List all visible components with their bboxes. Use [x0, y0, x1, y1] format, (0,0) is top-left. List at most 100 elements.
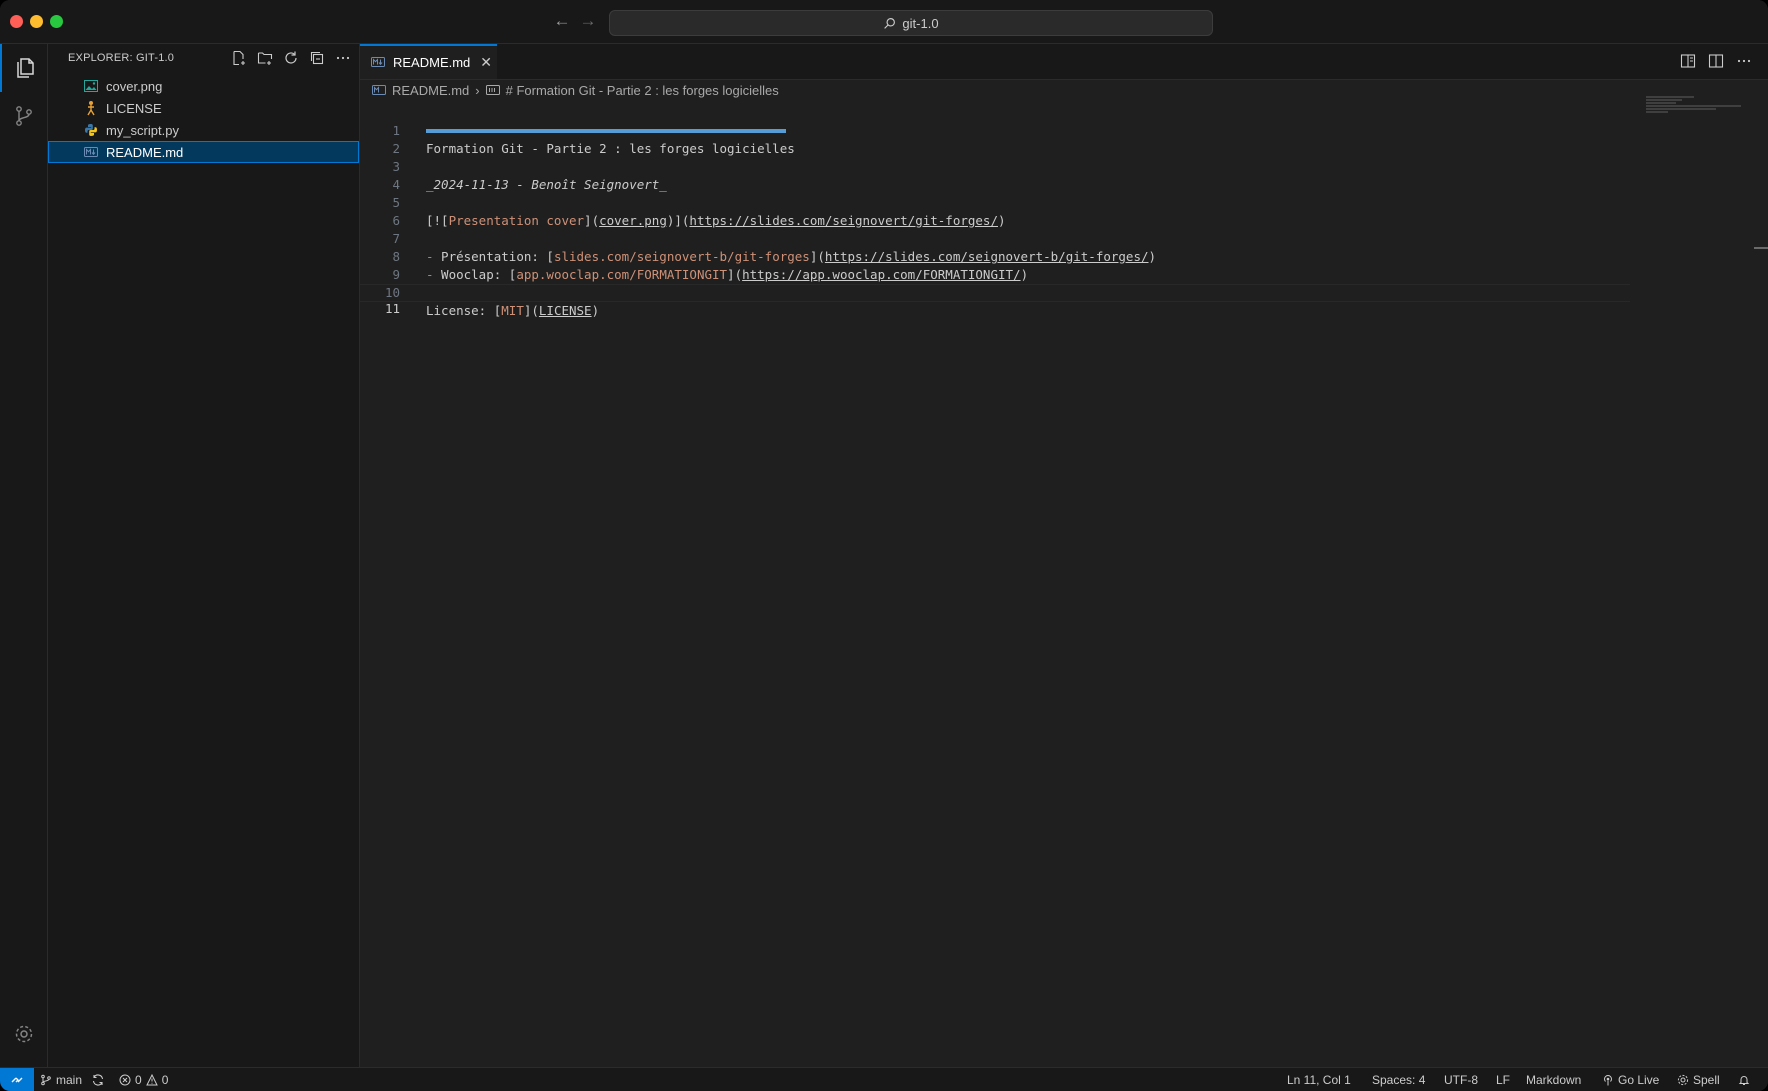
branch-status-button[interactable]: main [40, 1068, 82, 1091]
explorer-header: EXPLORER: GIT-1.0 [48, 44, 359, 72]
encoding-button[interactable]: UTF-8 [1444, 1068, 1478, 1091]
md-bracket: ) [591, 303, 600, 318]
command-center-search[interactable]: git-1.0 [609, 10, 1213, 36]
spell-gear-icon [1677, 1074, 1689, 1086]
sync-button[interactable] [91, 1068, 105, 1091]
link-text: MIT [501, 303, 524, 318]
new-folder-button[interactable] [255, 48, 275, 68]
warning-count: 0 [161, 1073, 169, 1087]
cursor-position-button[interactable]: Ln 11, Col 1 [1287, 1068, 1351, 1091]
code-editor[interactable]: 1 Formation Git - Partie 2 : les forges … [360, 104, 1630, 318]
bell-icon [1738, 1076, 1750, 1085]
refresh-icon [285, 51, 297, 64]
activity-bar [0, 44, 48, 1067]
explorer-activity-button[interactable] [0, 44, 47, 92]
explorer-sidebar: EXPLORER: GIT-1.0 cover.png LICENSE my_s… [48, 44, 360, 1067]
explorer-title: EXPLORER: GIT-1.0 [68, 52, 175, 64]
close-tab-icon[interactable]: ✕ [480, 54, 492, 71]
code-line: 7 - Présentation: [slides.com/seignovert… [360, 212, 1630, 264]
error-count: 0 [135, 1073, 142, 1087]
ellipsis-icon [1737, 59, 1751, 63]
minimize-window-button[interactable] [30, 15, 43, 28]
code-line-current: 11 [360, 284, 1630, 316]
editor-tab-bar: README.md ✕ [360, 44, 1768, 80]
file-name: cover.png [106, 78, 163, 94]
markdown-file-icon [372, 85, 386, 95]
ellipsis-icon [336, 56, 350, 60]
source-control-activity-button[interactable] [0, 92, 47, 140]
branch-icon [41, 1074, 51, 1086]
collapse-folders-button[interactable] [307, 48, 327, 68]
code-line: 10 License: [MIT](LICENSE) [360, 266, 1630, 318]
collapse-all-icon [310, 51, 324, 65]
code-line: 1 Formation Git - Partie 2 : les forges … [360, 104, 1630, 156]
editor-more-actions-button[interactable] [1734, 51, 1754, 71]
code-line: 2 [360, 122, 1630, 156]
status-bar: main 0 0 Ln 11, Col 1 Spaces: 4 UTF-8 LF… [0, 1067, 1768, 1091]
open-preview-button[interactable] [1678, 51, 1698, 71]
remote-indicator-button[interactable] [0, 1068, 34, 1091]
tab-label: README.md [393, 55, 471, 70]
title-bar: ← → git-1.0 [0, 0, 1768, 44]
file-name: my_script.py [106, 122, 179, 138]
manage-settings-button[interactable] [0, 1010, 47, 1058]
plain-text: License: [ [426, 303, 502, 318]
files-icon [16, 58, 34, 78]
split-editor-icon [1708, 54, 1724, 68]
remote-icon [11, 1077, 23, 1083]
new-file-icon [233, 50, 245, 66]
search-icon [884, 17, 896, 29]
language-mode-button[interactable]: Markdown [1526, 1068, 1581, 1091]
spell-label: Spell [1693, 1073, 1720, 1087]
code-line: 8 - Wooclap: [app.wooclap.com/FORMATIONG… [360, 230, 1630, 282]
heading-underline-rule [426, 129, 786, 133]
maximize-window-button[interactable] [50, 15, 63, 28]
end-of-line-button[interactable]: LF [1496, 1068, 1510, 1091]
warning-icon [145, 1074, 158, 1086]
python-file-icon [83, 122, 99, 138]
chevron-right-icon: › [475, 82, 480, 98]
markdown-file-icon [371, 55, 385, 70]
scrollbar-cursor-marker [1754, 247, 1768, 249]
forward-arrow-icon[interactable]: → [576, 9, 600, 33]
code-line: 6 [360, 194, 1630, 228]
notifications-button[interactable] [1738, 1068, 1750, 1091]
new-file-button[interactable] [229, 48, 249, 68]
minimap[interactable] [1646, 96, 1746, 136]
file-tree: cover.png LICENSE my_script.py README.md [48, 75, 359, 163]
go-live-button[interactable]: Go Live [1602, 1068, 1659, 1091]
code-line: 4 [360, 158, 1630, 192]
link-url[interactable]: LICENSE [539, 303, 592, 318]
vscode-window: ← → git-1.0 EXPLORER: GIT-1.0 cover.png … [0, 0, 1768, 1091]
image-file-icon [83, 78, 99, 94]
markdown-file-icon [83, 144, 99, 160]
gear-icon [15, 1025, 32, 1043]
code-line: 3 _2024-11-13 - Benoît Seignovert_ [360, 140, 1630, 192]
file-item-readme-md[interactable]: README.md [48, 141, 359, 163]
line-text: License: [MIT](LICENSE) [426, 302, 599, 320]
problems-status-button[interactable]: 0 0 [119, 1068, 168, 1091]
broadcast-icon [1604, 1075, 1612, 1086]
breadcrumb-file[interactable]: README.md [392, 83, 469, 98]
more-actions-button[interactable] [333, 48, 353, 68]
back-arrow-icon[interactable]: ← [550, 9, 574, 33]
editor-area: README.md ✕ README.md › # Formation Git … [360, 44, 1768, 1067]
preview-icon [1680, 54, 1696, 68]
indentation-button[interactable]: Spaces: 4 [1372, 1068, 1425, 1091]
file-item-my-script-py[interactable]: my_script.py [48, 119, 359, 141]
refresh-explorer-button[interactable] [281, 48, 301, 68]
md-bracket: ]( [523, 303, 539, 318]
close-window-button[interactable] [10, 15, 23, 28]
split-editor-button[interactable] [1706, 51, 1726, 71]
error-icon [119, 1074, 131, 1086]
line-number: 11 [384, 301, 400, 316]
go-live-label: Go Live [1618, 1073, 1660, 1087]
breadcrumb: README.md › # Formation Git - Partie 2 :… [372, 79, 779, 101]
file-item-license[interactable]: LICENSE [48, 97, 359, 119]
new-folder-icon [257, 52, 273, 65]
license-file-icon [83, 100, 99, 116]
breadcrumb-symbol[interactable]: # Formation Git - Partie 2 : les forges … [506, 83, 779, 98]
spell-check-button[interactable]: Spell [1677, 1068, 1720, 1091]
tab-readme-md[interactable]: README.md ✕ [360, 44, 497, 79]
file-item-cover-png[interactable]: cover.png [48, 75, 359, 97]
